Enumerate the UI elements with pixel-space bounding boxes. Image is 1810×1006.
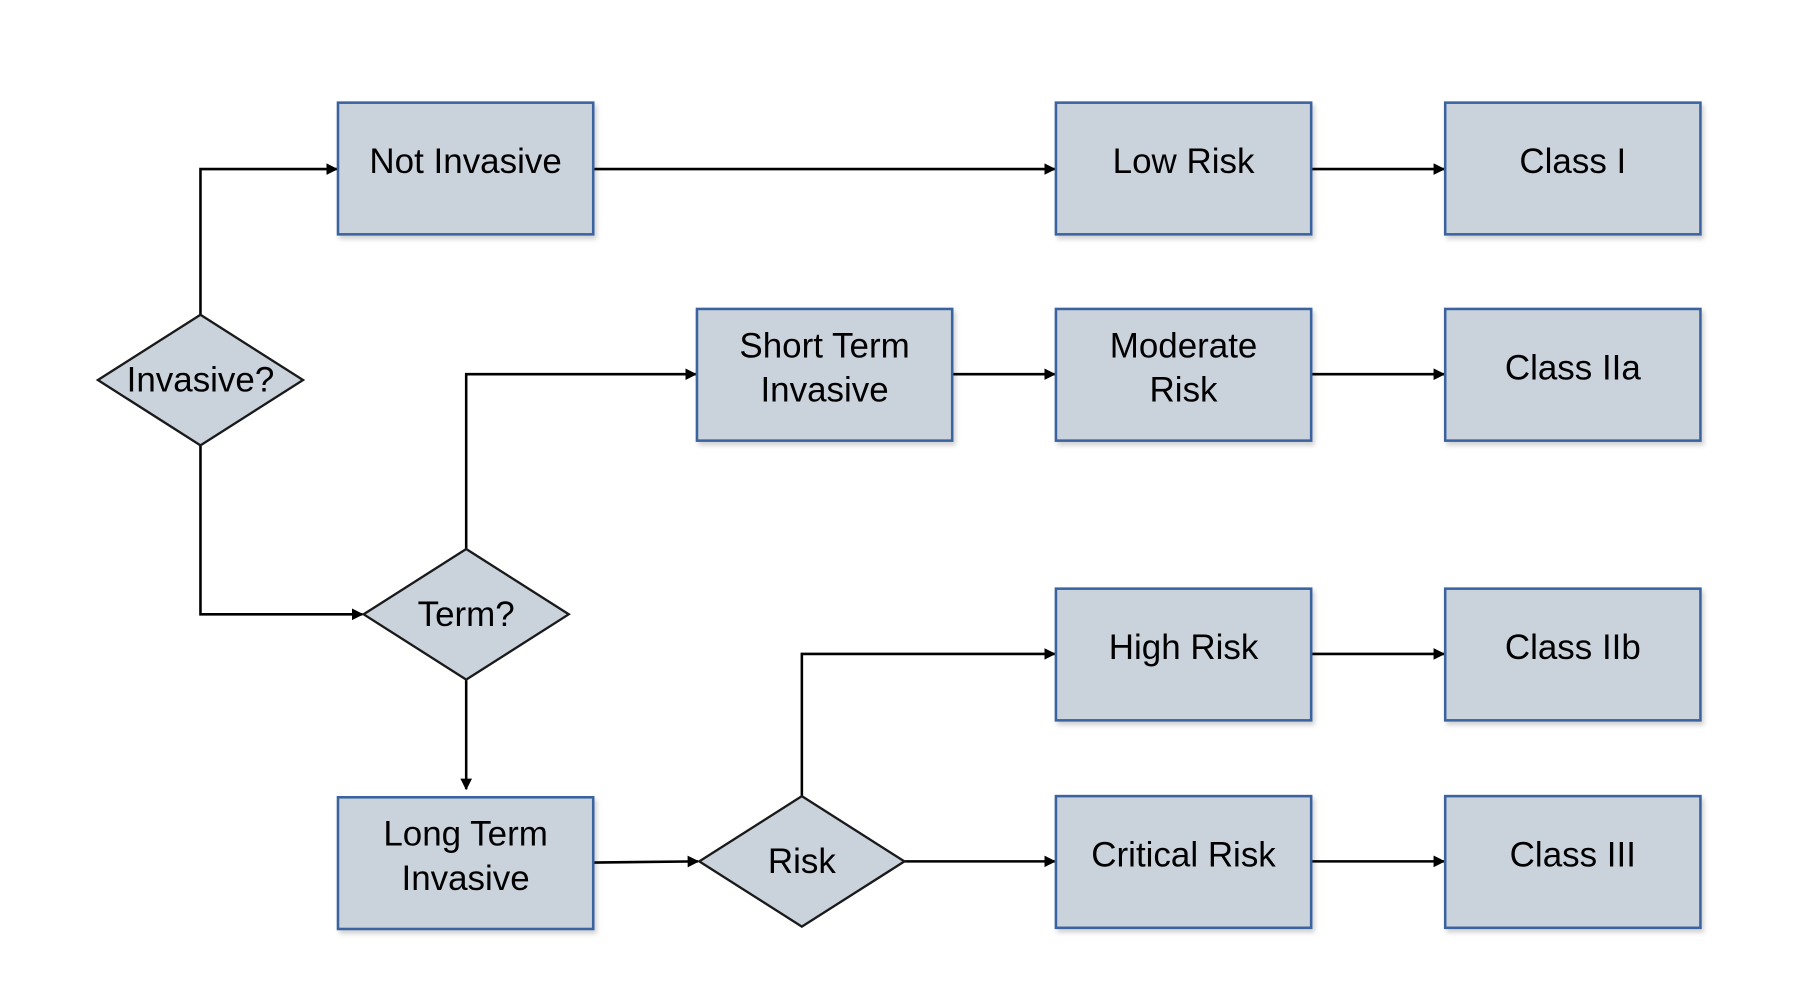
- node-class-iii: Class III: [1443, 794, 1702, 930]
- node-high-risk: High Risk: [1054, 587, 1313, 722]
- node-short-term: Short Term Invasive: [695, 307, 954, 442]
- node-label: Risk: [1150, 371, 1218, 410]
- arrow-invasive-to-not-invasive: [199, 163, 338, 315]
- node-critical-risk: Critical Risk: [1054, 794, 1313, 930]
- node-moderate-risk: Moderate Risk: [1054, 307, 1313, 442]
- node-label: High Risk: [1109, 628, 1259, 667]
- node-label: Invasive: [760, 371, 888, 410]
- node-label: Term?: [418, 595, 515, 634]
- node-label: Class IIa: [1505, 348, 1642, 387]
- node-class-i: Class I: [1443, 101, 1702, 236]
- node-label: Short Term: [739, 326, 909, 365]
- arrow-invasive-to-term: [199, 445, 364, 621]
- node-invasive: Invasive?: [95, 313, 306, 447]
- node-class-iib: Class IIb: [1443, 587, 1702, 722]
- node-label: Class I: [1519, 142, 1626, 181]
- node-label: Invasive?: [127, 361, 275, 400]
- node-label: Moderate: [1110, 326, 1258, 365]
- flowchart: Invasive? Term? Risk Not Invasive Short Term…: [95, 101, 1702, 931]
- node-label: Risk: [768, 842, 836, 881]
- node-not-invasive: Not Invasive: [336, 101, 595, 236]
- node-risk: Risk: [697, 794, 907, 929]
- node-label: Class IIb: [1505, 628, 1641, 667]
- node-label: Long Term: [383, 815, 548, 854]
- arrow-risk-to-high-risk: [800, 648, 1056, 797]
- node-label: Invasive: [401, 859, 529, 898]
- arrow-term-to-short-term: [464, 368, 697, 550]
- node-low-risk: Low Risk: [1054, 101, 1313, 236]
- node-label: Low Risk: [1113, 142, 1255, 181]
- node-class-iia: Class IIa: [1443, 307, 1702, 442]
- arrow-long-term-to-risk: [593, 855, 700, 868]
- node-label: Not Invasive: [369, 142, 561, 181]
- node-label: Critical Risk: [1091, 836, 1276, 875]
- node-label: Class III: [1510, 836, 1636, 875]
- node-term: Term?: [361, 547, 571, 681]
- node-long-term: Long Term Invasive: [336, 796, 595, 931]
